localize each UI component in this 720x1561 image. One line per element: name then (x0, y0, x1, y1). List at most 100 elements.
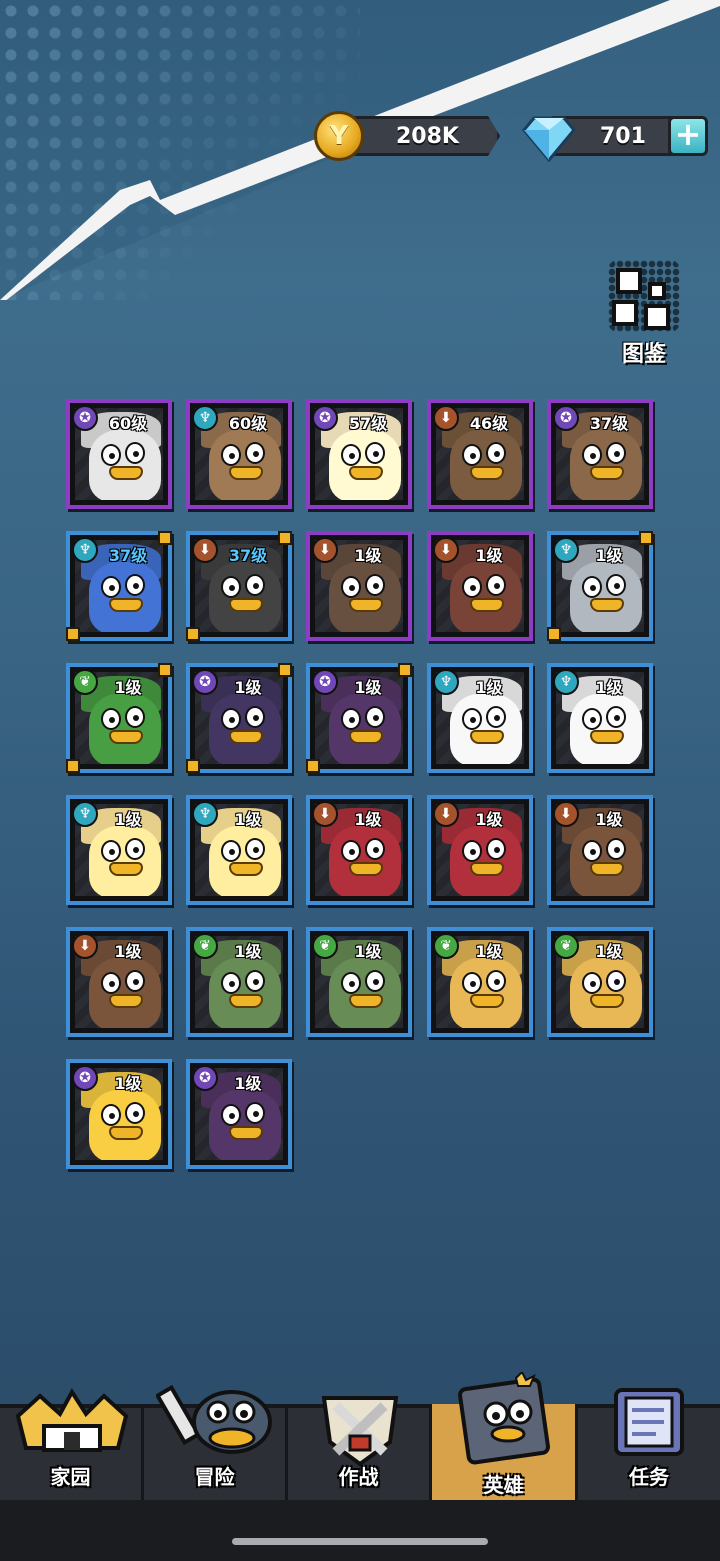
hero-beak (470, 598, 504, 612)
hero-eye (101, 708, 121, 730)
hero-level: 1级 (475, 546, 503, 565)
hero-level: 1级 (595, 942, 623, 961)
hero-card[interactable]: ❦ 1级 (427, 927, 533, 1037)
hero-card[interactable]: ✪ 1级 (186, 1059, 292, 1169)
hero-card[interactable]: ♆ 1级 (186, 795, 292, 905)
green-faction-icon: ❦ (72, 669, 98, 695)
hero-eye (125, 706, 145, 728)
add-gems-button[interactable]: + (668, 116, 708, 156)
hero-level: 1级 (354, 546, 382, 565)
hero-beak (229, 994, 263, 1008)
cyan-faction-icon: ♆ (433, 669, 459, 695)
frame-corner (186, 759, 200, 773)
brown-faction-icon: ⬇ (72, 933, 98, 959)
hero-eye (365, 706, 385, 728)
hero-eye (486, 442, 506, 464)
hero-eye (245, 442, 265, 464)
hero-card[interactable]: ⬇ 37级 (186, 531, 292, 641)
hero-book-icon (458, 1372, 550, 1465)
hero-level: 1级 (234, 810, 262, 829)
codex-button[interactable]: 图鉴 (596, 252, 692, 368)
hero-level: 37级 (589, 414, 629, 433)
hero-beak (590, 730, 624, 744)
gem-amount: 701 (600, 124, 646, 149)
hero-card[interactable]: ✪ 1级 (306, 663, 412, 773)
hero-card[interactable]: ✪ 57级 (306, 399, 412, 509)
hero-eye (462, 708, 482, 730)
hero-level: 1级 (595, 810, 623, 829)
hero-card[interactable]: ♆ 1级 (547, 531, 653, 641)
hero-card[interactable]: ⬇ 1级 (427, 531, 533, 641)
hero-card[interactable]: ❦ 1级 (547, 927, 653, 1037)
hero-eye (125, 574, 145, 596)
hero-level: 1级 (475, 942, 503, 961)
nav-label-adventure: 冒险 (194, 1465, 235, 1489)
hero-card[interactable]: ♆ 1级 (66, 795, 172, 905)
hero-card[interactable]: ❦ 1级 (186, 927, 292, 1037)
hero-card[interactable]: ♆ 1级 (547, 663, 653, 773)
hero-level: 37级 (108, 546, 148, 565)
hero-card[interactable]: ✪ 1级 (66, 1059, 172, 1169)
hero-eye (606, 838, 626, 860)
hero-eye (486, 838, 506, 860)
hero-card[interactable]: ⬇ 1级 (66, 927, 172, 1037)
frame-corner (66, 627, 80, 641)
hero-eye (365, 838, 385, 860)
hero-level: 1级 (475, 810, 503, 829)
hero-card[interactable]: ⬇ 46级 (427, 399, 533, 509)
hero-beak (590, 862, 624, 876)
hero-beak (109, 862, 143, 876)
hero-card[interactable]: ✪ 60级 (66, 399, 172, 509)
hero-eye (486, 970, 506, 992)
hero-eye (341, 972, 361, 994)
hero-card[interactable]: ✪ 1级 (186, 663, 292, 773)
hero-eye (582, 840, 602, 862)
hero-beak (349, 730, 383, 744)
hero-eye (221, 708, 241, 730)
frame-corner (278, 531, 292, 545)
hero-card[interactable]: ⬇ 1级 (306, 795, 412, 905)
hero-card[interactable]: ✪ 37级 (547, 399, 653, 509)
hero-eye (125, 1102, 145, 1124)
nav-adventure[interactable]: 冒险 (144, 1384, 288, 1500)
hero-eye (245, 970, 265, 992)
hero-beak (229, 730, 263, 744)
hero-card[interactable]: ♆ 1级 (427, 663, 533, 773)
nav-home[interactable]: 家园 (0, 1388, 144, 1500)
nav-battle[interactable]: 作战 (288, 1396, 432, 1500)
hero-eye (341, 708, 361, 730)
nav-label-heroes: 英雄 (483, 1473, 524, 1497)
hero-eye (462, 972, 482, 994)
hero-eye (101, 1104, 121, 1126)
hero-card[interactable]: ♆ 60级 (186, 399, 292, 509)
hero-beak (349, 598, 383, 612)
hero-card[interactable]: ⬇ 1级 (306, 531, 412, 641)
hero-eye (582, 972, 602, 994)
nav-heroes[interactable]: 英雄 (432, 1372, 578, 1500)
hero-card[interactable]: ❦ 1级 (306, 927, 412, 1037)
crossed-swords-shield-icon (321, 1396, 399, 1467)
hero-level: 1级 (114, 678, 142, 697)
hero-eye (606, 574, 626, 596)
hero-beak (109, 730, 143, 744)
coin-counter[interactable]: Y 208K (314, 111, 504, 161)
hero-eye (341, 576, 361, 598)
gem-counter[interactable]: 701 + (522, 114, 712, 162)
hero-eye (245, 838, 265, 860)
home-indicator[interactable] (232, 1538, 488, 1545)
hero-level: 1级 (595, 546, 623, 565)
hero-eye (245, 574, 265, 596)
hero-beak (229, 862, 263, 876)
hero-level: 60级 (228, 414, 268, 433)
hero-card[interactable]: ⬇ 1级 (427, 795, 533, 905)
hero-card[interactable]: ❦ 1级 (66, 663, 172, 773)
purple-faction-icon: ✪ (72, 1065, 98, 1091)
hero-card[interactable]: ⬇ 1级 (547, 795, 653, 905)
system-bar (0, 1500, 720, 1561)
hero-beak (109, 994, 143, 1008)
hero-eye (221, 576, 241, 598)
nav-label-tasks: 任务 (629, 1465, 669, 1489)
nav-tasks[interactable]: 任务 (578, 1388, 720, 1500)
hero-card[interactable]: ♆ 37级 (66, 531, 172, 641)
hero-eye (486, 574, 506, 596)
